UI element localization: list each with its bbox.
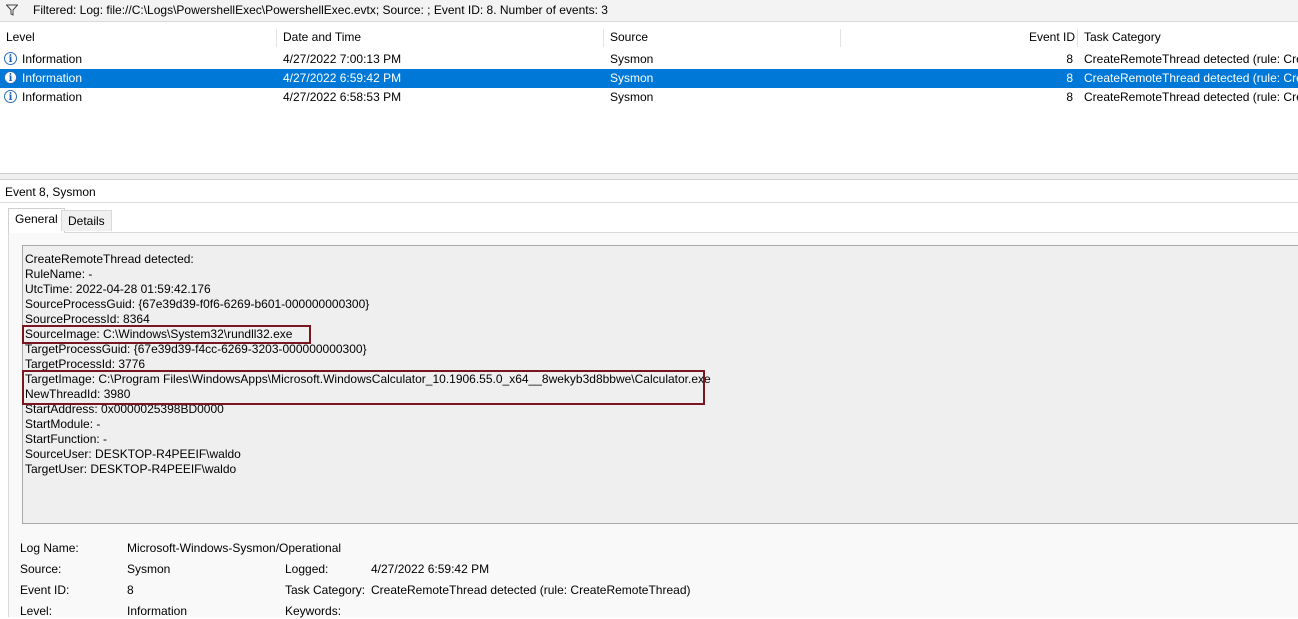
row-event-id: 8 xyxy=(1066,90,1073,104)
column-divider[interactable] xyxy=(276,29,277,47)
filter-description: Filtered: Log: file://C:\Logs\Powershell… xyxy=(33,3,608,17)
column-header-source[interactable]: Source xyxy=(610,27,648,48)
source-image-highlight-box xyxy=(22,325,311,344)
message-line: TargetProcessGuid: {67e39d39-f4cc-6269-3… xyxy=(25,342,367,356)
log-name-value: Microsoft-Windows-Sysmon/Operational xyxy=(127,541,342,555)
filter-icon xyxy=(6,4,18,16)
message-line: TargetUser: DESKTOP-R4PEEIF\waldo xyxy=(25,462,237,476)
event-row[interactable]: Information 4/27/2022 7:00:13 PM Sysmon … xyxy=(0,50,1298,69)
logged-value: 4/27/2022 6:59:42 PM xyxy=(371,562,490,576)
event-list[interactable]: Level Date and Time Source Event ID Task… xyxy=(0,27,1298,173)
event-id-value: 8 xyxy=(127,583,134,597)
column-header-event-id[interactable]: Event ID xyxy=(1029,27,1075,48)
row-date-time: 4/27/2022 6:59:42 PM xyxy=(283,71,402,85)
event-detail-header: Event 8, Sysmon xyxy=(0,181,1298,203)
source-label: Source: xyxy=(20,562,62,576)
task-category-value: CreateRemoteThread detected (rule: Creat… xyxy=(371,583,691,597)
row-task-category: CreateRemoteThread detected (rule: Cre..… xyxy=(1084,90,1298,104)
tab-general[interactable]: General xyxy=(8,208,65,233)
row-event-id: 8 xyxy=(1066,71,1073,85)
message-line: RuleName: - xyxy=(25,267,93,281)
message-line: CreateRemoteThread detected: xyxy=(25,252,194,266)
tab-details[interactable]: Details xyxy=(61,210,112,231)
event-row-selected[interactable]: Information 4/27/2022 6:59:42 PM Sysmon … xyxy=(0,69,1298,88)
row-event-id: 8 xyxy=(1066,52,1073,66)
log-name-label: Log Name: xyxy=(20,541,79,555)
message-line: SourceUser: DESKTOP-R4PEEIF\waldo xyxy=(25,447,241,461)
column-header-task-category[interactable]: Task Category xyxy=(1084,27,1161,48)
information-icon xyxy=(4,50,17,69)
row-source: Sysmon xyxy=(610,90,654,104)
row-task-category: CreateRemoteThread detected (rule: Cre..… xyxy=(1084,52,1298,66)
column-divider[interactable] xyxy=(1077,29,1078,47)
row-date-time: 4/27/2022 7:00:13 PM xyxy=(283,52,402,66)
column-divider[interactable] xyxy=(603,29,604,47)
message-line: SourceProcessGuid: {67e39d39-f0f6-6269-b… xyxy=(25,297,370,311)
row-level: Information xyxy=(22,71,83,85)
message-line: StartModule: - xyxy=(25,417,101,431)
information-icon xyxy=(4,69,17,88)
task-category-label: Task Category: xyxy=(285,583,366,597)
column-header-date-time[interactable]: Date and Time xyxy=(283,27,361,48)
row-date-time: 4/27/2022 6:58:53 PM xyxy=(283,90,402,104)
message-line: StartFunction: - xyxy=(25,432,108,446)
row-source: Sysmon xyxy=(610,52,654,66)
column-header-level[interactable]: Level xyxy=(6,27,35,48)
row-task-category: CreateRemoteThread detected (rule: Cre..… xyxy=(1084,71,1298,85)
message-line: UtcTime: 2022-04-28 01:59:42.176 xyxy=(25,282,211,296)
information-icon xyxy=(4,88,17,107)
column-divider[interactable] xyxy=(840,29,841,47)
event-detail-title: Event 8, Sysmon xyxy=(5,185,96,199)
row-source: Sysmon xyxy=(610,71,654,85)
row-level: Information xyxy=(22,52,83,66)
source-value: Sysmon xyxy=(127,562,171,576)
logged-label: Logged: xyxy=(285,562,329,576)
target-image-highlight-box xyxy=(22,370,705,405)
event-row[interactable]: Information 4/27/2022 6:58:53 PM Sysmon … xyxy=(0,88,1298,107)
event-id-label: Event ID: xyxy=(20,583,70,597)
filter-bar: Filtered: Log: file://C:\Logs\Powershell… xyxy=(0,0,1298,22)
row-level: Information xyxy=(22,90,83,104)
pane-splitter[interactable] xyxy=(0,173,1298,180)
